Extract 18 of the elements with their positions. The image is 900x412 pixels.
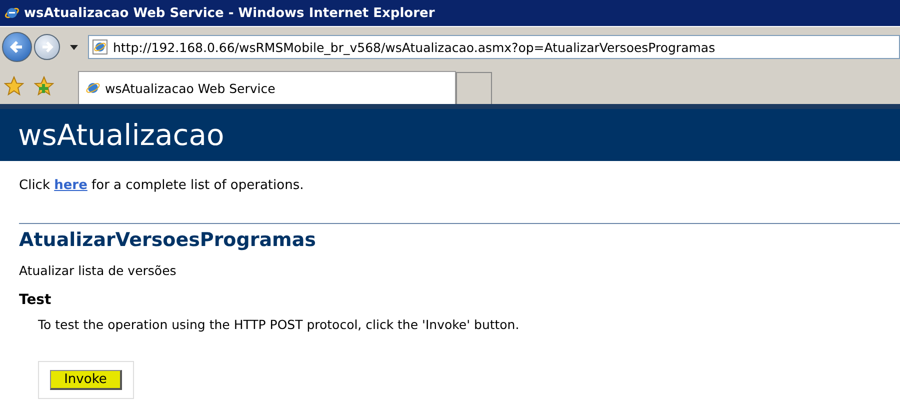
forward-button[interactable] xyxy=(34,34,60,60)
intro-text: Click here for a complete list of operations. xyxy=(19,178,305,193)
back-button[interactable] xyxy=(2,32,32,62)
operation-heading: AtualizarVersoesProgramas xyxy=(19,229,317,251)
browser-tab[interactable]: wsAtualizacao Web Service xyxy=(78,71,456,104)
window-title: wsAtualizacao Web Service - Windows Internet Explorer xyxy=(24,6,435,20)
service-heading: wsAtualizacao xyxy=(18,118,224,152)
operation-description: Atualizar lista de versões xyxy=(19,263,178,278)
star-icon[interactable] xyxy=(4,76,24,96)
operations-link[interactable]: here xyxy=(54,178,88,193)
invoke-button[interactable]: Invoke xyxy=(50,370,122,390)
address-field[interactable]: http://192.168.0.66/wsRMSMobile_br_v568/wsAtualizacao.asmx?op=AtualizarVersoesProgramas xyxy=(88,35,900,59)
test-heading: Test xyxy=(19,292,52,308)
test-instructions: To test the operation using the HTTP POST protocol, click the 'Invoke' button. xyxy=(38,317,520,332)
dropdown-icon[interactable] xyxy=(70,44,78,50)
browser-logo-icon xyxy=(4,5,20,21)
page-icon xyxy=(85,80,101,96)
page-icon xyxy=(92,39,108,55)
